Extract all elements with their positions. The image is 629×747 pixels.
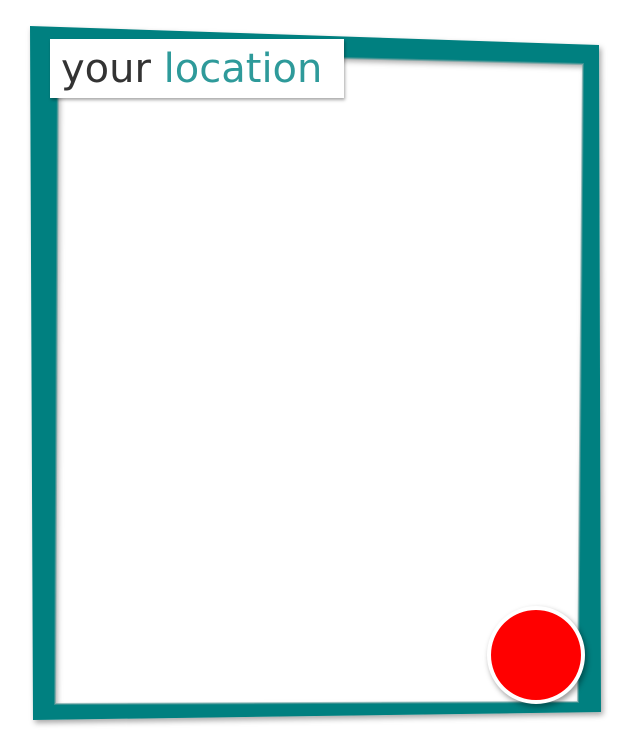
location-dot-icon	[487, 606, 585, 704]
title-word-your: your	[61, 45, 151, 92]
frame-inner-shadow	[53, 49, 585, 706]
location-title: your location	[50, 39, 344, 98]
title-word-location: location	[163, 45, 323, 92]
location-card: your location	[0, 0, 629, 747]
